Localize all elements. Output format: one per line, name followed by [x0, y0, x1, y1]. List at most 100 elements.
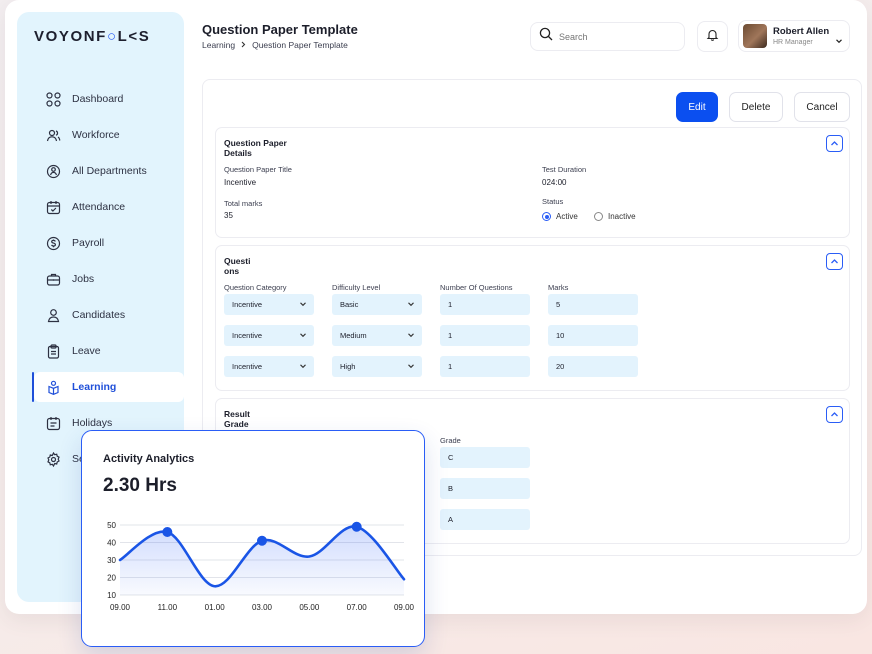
- status-inactive-radio[interactable]: Inactive: [594, 212, 636, 221]
- result-title-line1: Result: [224, 409, 250, 419]
- chevron-up-icon: [830, 406, 839, 424]
- category-select[interactable]: Incentive: [224, 356, 314, 377]
- data-point: [162, 527, 173, 537]
- x-tick-label: 03.00: [252, 603, 273, 612]
- duration-value: 024:00: [542, 178, 567, 187]
- holidays-icon: [45, 415, 62, 432]
- sidebar-nav: Dashboard Workforce All Departments Atte…: [32, 84, 184, 480]
- briefcase-icon: [45, 271, 62, 288]
- chevron-down-icon: [407, 362, 415, 372]
- difficulty-select[interactable]: Medium: [332, 325, 422, 346]
- marks-input[interactable]: 20: [548, 356, 638, 377]
- details-title-line1: Question Paper: [224, 138, 287, 148]
- x-tick-label: 09.00: [110, 603, 131, 612]
- column-header: Marks: [548, 283, 569, 292]
- collapse-result-button[interactable]: [826, 406, 843, 423]
- sidebar-item-workforce[interactable]: Workforce: [34, 120, 184, 150]
- grade-input[interactable]: C: [440, 447, 530, 468]
- calendar-check-icon: [45, 199, 62, 216]
- sidebar-item-label: Jobs: [72, 273, 95, 285]
- y-tick-label: 30: [107, 556, 116, 565]
- duration-label: Test Duration: [542, 165, 587, 174]
- status-inactive-label: Inactive: [608, 212, 636, 221]
- breadcrumb-current: Question Paper Template: [252, 40, 348, 50]
- chevron-down-icon: [835, 32, 843, 50]
- chevron-up-icon: [830, 253, 839, 271]
- app-logo[interactable]: VOYONF○L<S: [34, 28, 150, 45]
- difficulty-select[interactable]: High: [332, 356, 422, 377]
- settings-icon: [45, 451, 62, 468]
- cancel-button[interactable]: Cancel: [794, 92, 850, 122]
- chevron-down-icon: [299, 362, 307, 372]
- collapse-details-button[interactable]: [826, 135, 843, 152]
- chevron-down-icon: [299, 331, 307, 341]
- sidebar-item-payroll[interactable]: Payroll: [34, 228, 184, 258]
- details-card: Question Paper Details Question Paper Ti…: [215, 127, 850, 238]
- select-value: Medium: [340, 331, 367, 340]
- marks-input[interactable]: 10: [548, 325, 638, 346]
- select-value: Incentive: [232, 362, 263, 371]
- collapse-questions-button[interactable]: [826, 253, 843, 270]
- y-tick-label: 10: [107, 591, 116, 600]
- column-header: Number Of Questions: [440, 283, 513, 292]
- x-tick-label: 11.00: [158, 603, 178, 612]
- activity-line-chart: 50 40 30 20 10 09.00 11.00 01.00 03.00 05.00 07.00…: [107, 521, 415, 612]
- chevron-down-icon: [407, 331, 415, 341]
- total-marks-label: Total marks: [224, 199, 263, 208]
- sidebar-item-label: Payroll: [72, 237, 105, 249]
- grid-icon: [45, 91, 62, 108]
- questions-title-line1: Questi: [224, 256, 251, 266]
- result-title: Result Grade: [224, 409, 250, 429]
- select-value: Incentive: [232, 300, 263, 309]
- select-value: Incentive: [232, 331, 263, 340]
- search-input[interactable]: [559, 31, 669, 42]
- grade-input[interactable]: B: [440, 478, 530, 499]
- breadcrumb-link-learning[interactable]: Learning: [202, 40, 235, 50]
- sidebar-item-label: Dashboard: [72, 93, 124, 105]
- grade-header: Grade: [440, 436, 461, 445]
- sidebar-item-jobs[interactable]: Jobs: [34, 264, 184, 294]
- x-tick-label: 01.00: [205, 603, 226, 612]
- difficulty-select[interactable]: Basic: [332, 294, 422, 315]
- sidebar-item-attendance[interactable]: Attendance: [34, 192, 184, 222]
- user-menu[interactable]: Robert Allen HR Manager: [738, 20, 850, 52]
- radio-selected-icon: [542, 212, 551, 221]
- edit-button[interactable]: Edit: [676, 92, 718, 122]
- marks-input[interactable]: 5: [548, 294, 638, 315]
- paper-title-label: Question Paper Title: [224, 165, 292, 174]
- page-title: Question Paper Template: [202, 22, 358, 37]
- sidebar-item-leave[interactable]: Leave: [34, 336, 184, 366]
- question-count-input[interactable]: 1: [440, 294, 530, 315]
- notifications-button[interactable]: [697, 21, 728, 52]
- search-box[interactable]: [530, 22, 685, 51]
- status-active-label: Active: [556, 212, 578, 221]
- y-tick-label: 20: [107, 574, 116, 583]
- select-value: Basic: [340, 300, 359, 309]
- data-point: [351, 521, 362, 532]
- sidebar-item-candidates[interactable]: Candidates: [34, 300, 184, 330]
- status-label: Status: [542, 197, 564, 206]
- sidebar-item-all-departments[interactable]: All Departments: [34, 156, 184, 186]
- details-title-line2: Details: [224, 148, 252, 158]
- paper-title-value: Incentive: [224, 178, 257, 187]
- category-select[interactable]: Incentive: [224, 325, 314, 346]
- dollar-icon: [45, 235, 62, 252]
- x-tick-label: 09.00: [394, 603, 415, 612]
- user-role: HR Manager: [773, 39, 813, 46]
- question-count-input[interactable]: 1: [440, 325, 530, 346]
- sidebar-item-learning[interactable]: Learning: [32, 372, 184, 402]
- learning-icon: [45, 379, 62, 396]
- column-header: Question Category: [224, 283, 287, 292]
- sidebar-item-label: Learning: [72, 381, 117, 393]
- questions-title: Questi ons: [224, 256, 250, 276]
- status-active-radio[interactable]: Active: [542, 212, 578, 221]
- question-count-input[interactable]: 1: [440, 356, 530, 377]
- bell-icon: [706, 28, 719, 46]
- grade-input[interactable]: A: [440, 509, 530, 530]
- category-select[interactable]: Incentive: [224, 294, 314, 315]
- sidebar-item-dashboard[interactable]: Dashboard: [34, 84, 184, 114]
- sidebar-item-label: Candidates: [72, 309, 126, 321]
- data-point: [257, 535, 267, 546]
- avatar: [743, 24, 767, 48]
- delete-button[interactable]: Delete: [729, 92, 783, 122]
